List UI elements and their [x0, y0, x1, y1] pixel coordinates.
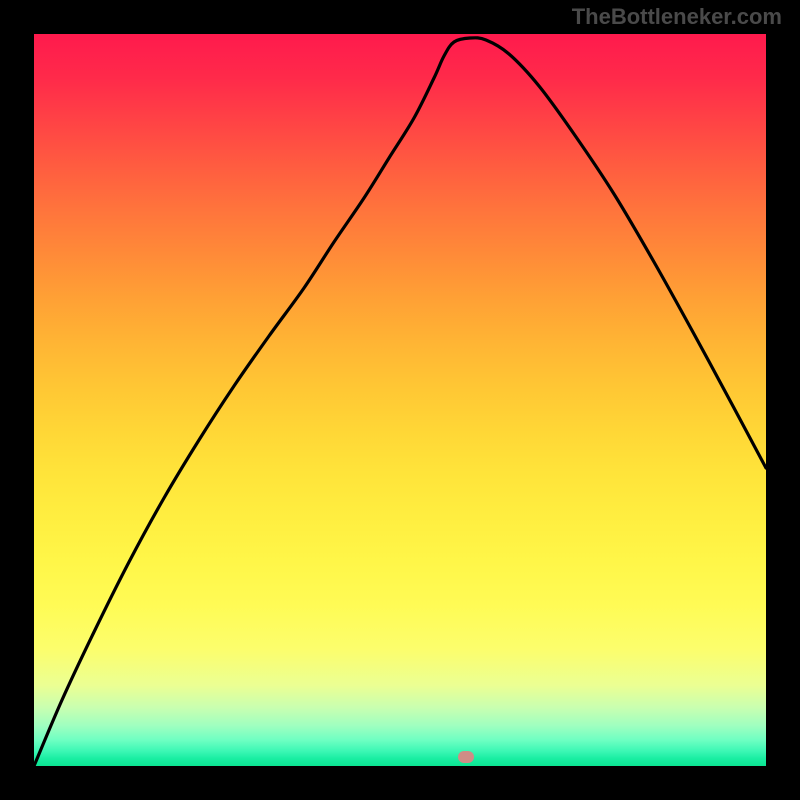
optimal-point-marker: [458, 751, 474, 763]
curve-path: [34, 38, 766, 766]
site-watermark: TheBottleneker.com: [572, 4, 782, 30]
bottleneck-curve: [34, 34, 766, 766]
plot-area: [34, 34, 766, 766]
